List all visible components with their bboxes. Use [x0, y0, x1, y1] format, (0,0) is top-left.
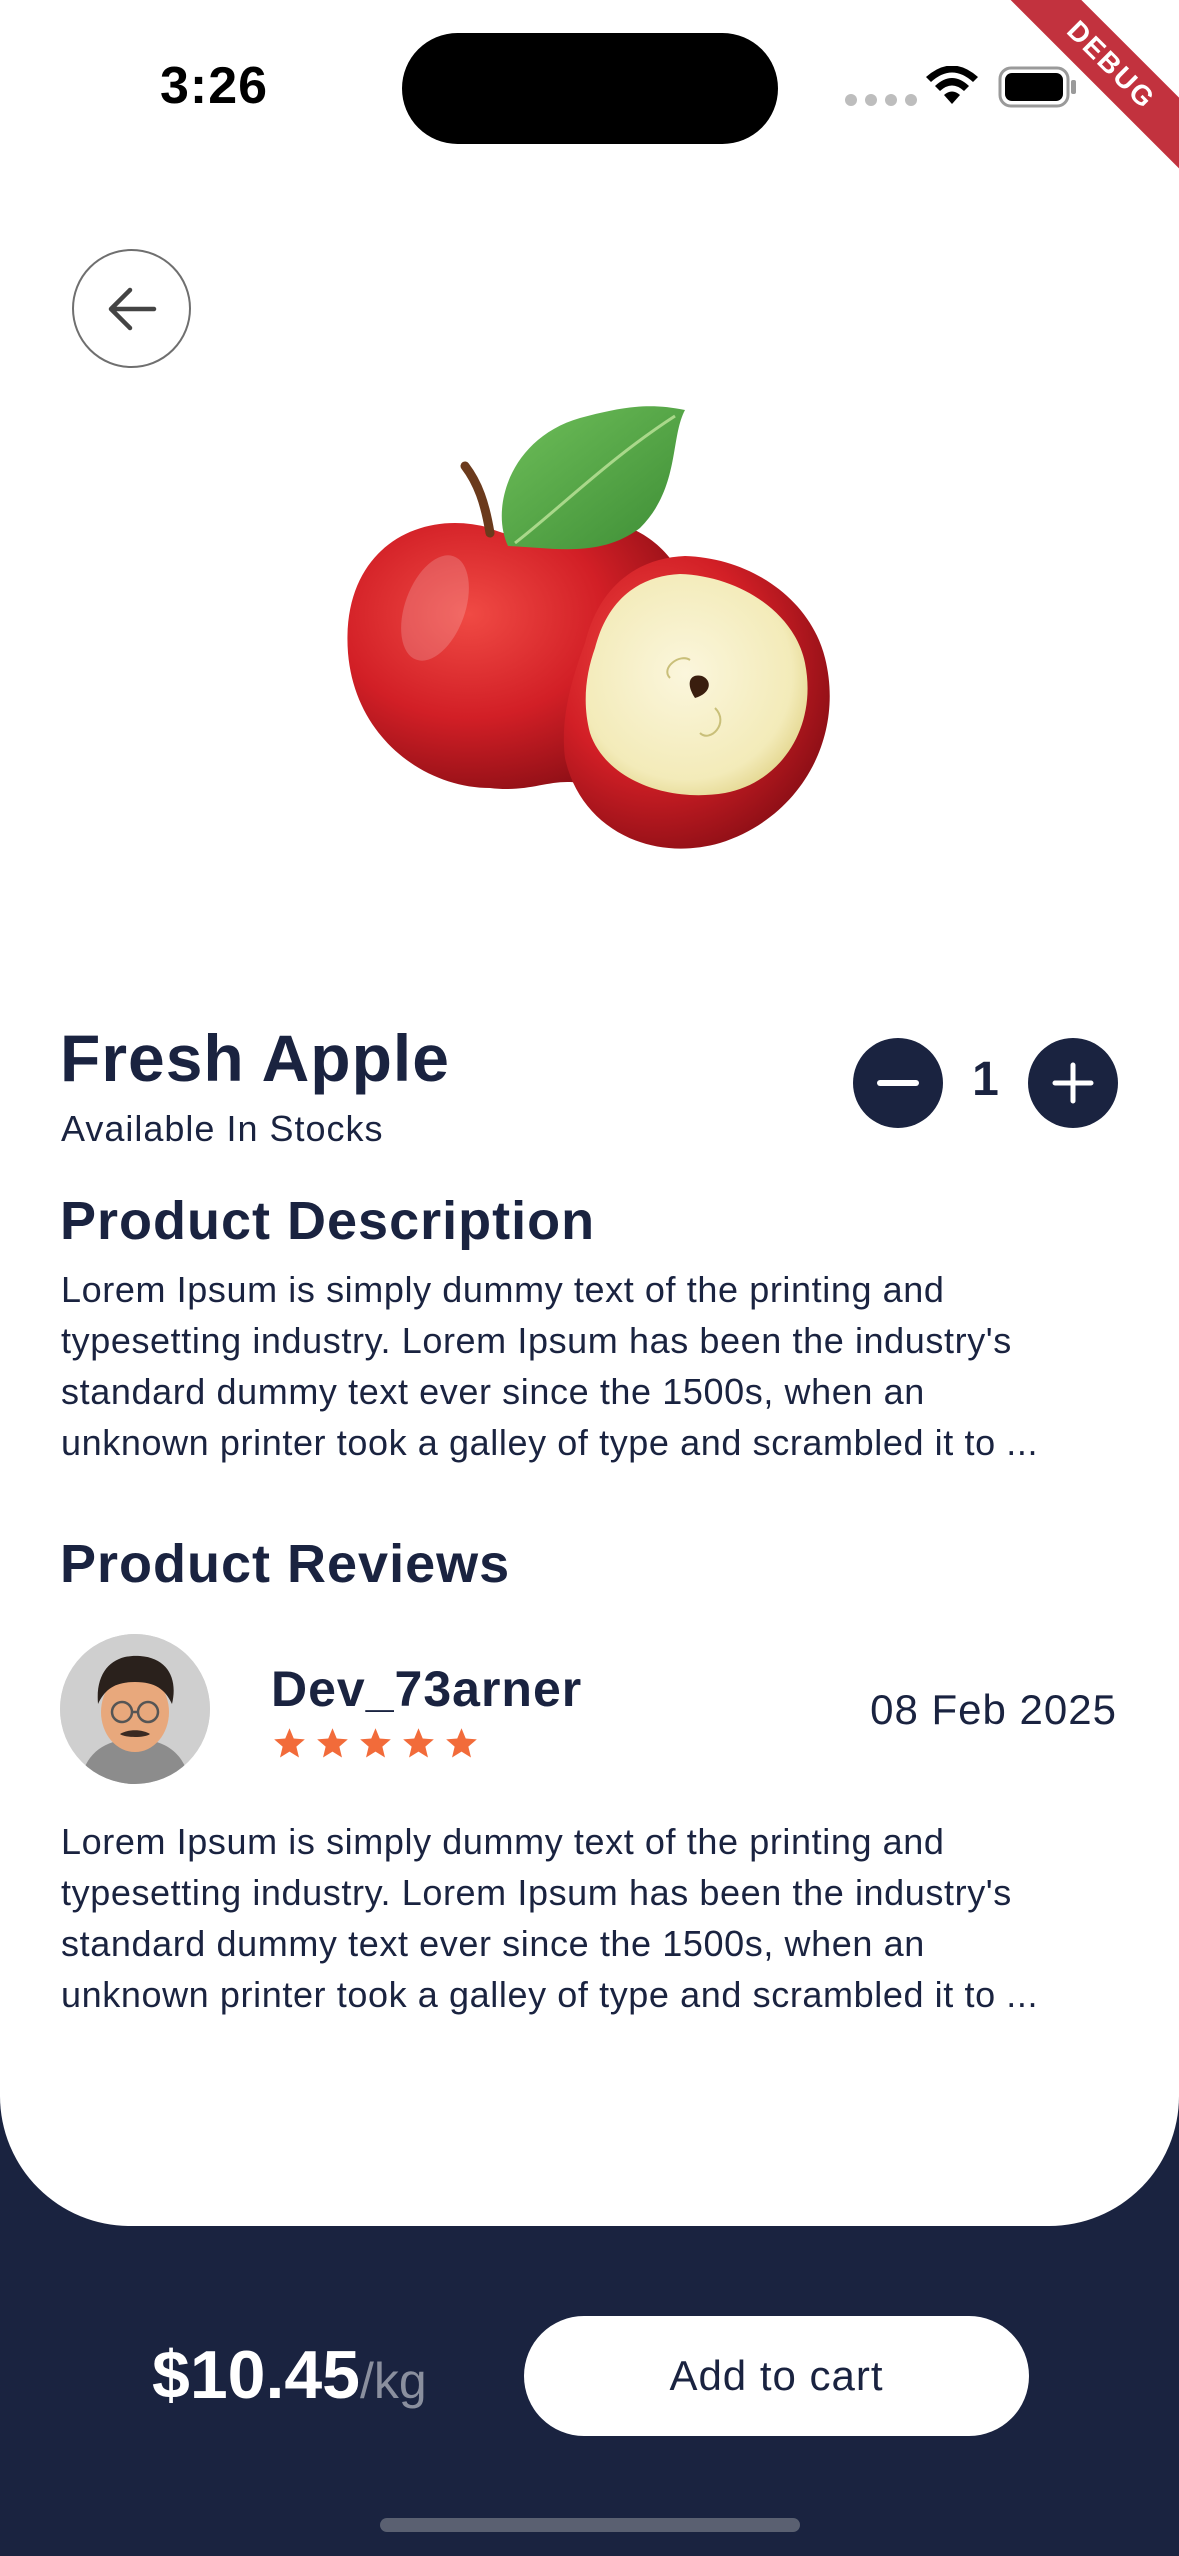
star-icon — [360, 1728, 391, 1758]
product-title: Fresh Apple — [60, 1021, 450, 1095]
review-date: 08 Feb 2025 — [870, 1686, 1117, 1733]
wifi-icon — [926, 66, 978, 104]
avatar — [60, 1634, 210, 1784]
star-icon — [446, 1728, 477, 1758]
reviewer-name: Dev_73arner — [271, 1661, 583, 1717]
dynamic-island — [402, 33, 778, 144]
add-to-cart-button[interactable]: Add to cart — [524, 2316, 1029, 2436]
review-text: Lorem Ipsum is simply dummy text of the … — [61, 1821, 1039, 2015]
minus-icon — [877, 1080, 919, 1086]
price-value: $10.45 — [152, 2337, 360, 2413]
price-unit: /kg — [359, 2353, 427, 2409]
plus-icon — [1052, 1062, 1094, 1104]
star-icon — [317, 1728, 348, 1758]
description-text: Lorem Ipsum is simply dummy text of the … — [61, 1269, 1039, 1463]
rating-stars — [272, 1726, 479, 1761]
price-label: $10.45/kg — [152, 2336, 427, 2414]
reviews-heading: Product Reviews — [60, 1534, 511, 1594]
star-icon — [274, 1728, 305, 1758]
home-indicator[interactable] — [380, 2518, 800, 2532]
description-heading: Product Description — [60, 1191, 596, 1251]
back-button[interactable] — [72, 249, 191, 368]
product-card: 3:26 DEBUG Fresh Apple Available In Stoc… — [0, 0, 1179, 2226]
increase-quantity-button[interactable] — [1028, 1038, 1118, 1128]
quantity-value: 1 — [972, 1053, 999, 1106]
apple-image — [347, 406, 830, 849]
product-detail-screen: 3:26 DEBUG Fresh Apple Available In Stoc… — [0, 0, 1179, 2556]
battery-icon — [998, 66, 1076, 108]
arrow-left-icon — [108, 287, 156, 330]
cellular-signal-icon — [845, 94, 917, 106]
decrease-quantity-button[interactable] — [853, 1038, 943, 1128]
stock-status: Available In Stocks — [61, 1108, 384, 1149]
star-icon — [403, 1728, 434, 1758]
status-time: 3:26 — [160, 57, 269, 115]
